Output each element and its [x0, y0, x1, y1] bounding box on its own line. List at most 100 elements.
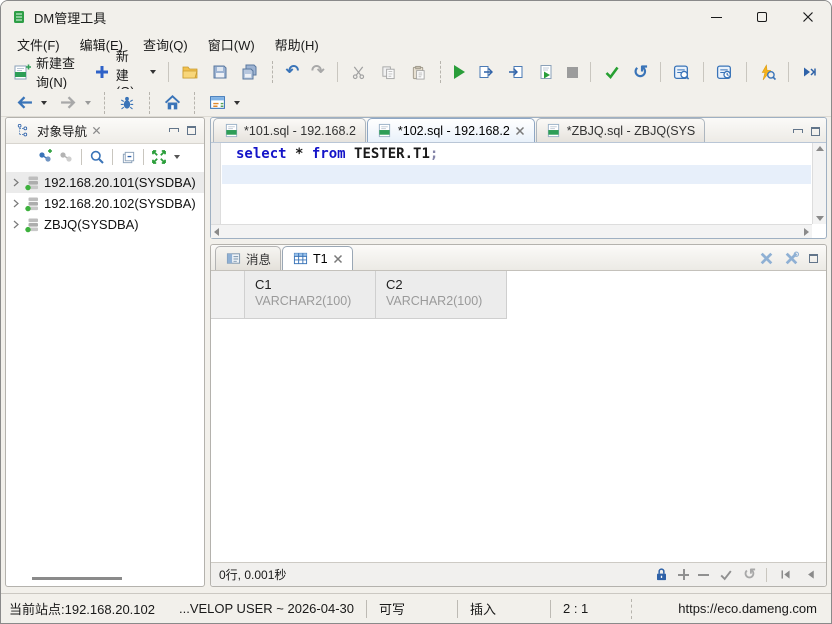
plan-clock-icon: [716, 63, 734, 81]
expand-chevron-icon[interactable]: [12, 220, 20, 229]
maximize-panel-icon[interactable]: [809, 254, 818, 263]
undo-button[interactable]: ↶: [280, 61, 305, 83]
tab-label: T1: [313, 251, 328, 266]
close-icon[interactable]: [92, 126, 101, 135]
home-button[interactable]: [157, 91, 187, 115]
new-query-button[interactable]: 新建查询(N): [7, 50, 87, 94]
redo-icon: ↷: [311, 63, 325, 80]
editor-area: *101.sql - 192.168.2 *102.sql - 192.168.…: [210, 117, 827, 587]
editor-vertical-scrollbar[interactable]: [812, 143, 826, 224]
expand-arrows-icon[interactable]: [150, 148, 168, 166]
scroll-up-icon[interactable]: [815, 146, 824, 151]
chevron-down-icon: [41, 100, 47, 105]
editor-content[interactable]: select * from TESTER.T1;: [222, 143, 811, 224]
editor-tab-bar: *101.sql - 192.168.2 *102.sql - 192.168.…: [211, 118, 826, 143]
license-info: ...VELOP USER ~ 2026-04-30: [178, 601, 354, 616]
separator: [630, 598, 632, 619]
stat-plan-button[interactable]: [710, 60, 740, 84]
menu-help[interactable]: 帮助(H): [265, 33, 329, 56]
execute-current-button[interactable]: [471, 60, 501, 84]
new-connection-icon[interactable]: [36, 148, 54, 166]
execute-next-button[interactable]: [501, 60, 531, 84]
open-button[interactable]: [175, 60, 205, 84]
results-toolbar: [759, 251, 826, 270]
explain-plan-button[interactable]: [667, 60, 697, 84]
forward-button[interactable]: [53, 91, 97, 115]
paste-button[interactable]: [403, 60, 433, 84]
object-navigation-toolbar: [6, 144, 204, 170]
open-view-button[interactable]: [202, 91, 246, 115]
tree-item-server-102[interactable]: 192.168.20.102(SYSDBA): [6, 193, 204, 214]
tab-object-navigation[interactable]: 对象导航: [10, 118, 107, 143]
menu-window[interactable]: 窗口(W): [198, 33, 265, 56]
execute-button[interactable]: [448, 62, 471, 82]
scroll-left-icon[interactable]: [214, 227, 219, 236]
apply-check-icon[interactable]: [718, 567, 734, 583]
nav-horizontal-scrollbar[interactable]: [14, 574, 196, 582]
first-page-icon[interactable]: [777, 567, 793, 583]
tab-zbjq-sql[interactable]: *ZBJQ.sql - ZBJQ(SYS: [535, 118, 706, 142]
copy-button[interactable]: [373, 60, 403, 84]
column-header-c2[interactable]: C2 VARCHAR2(100): [376, 271, 507, 319]
expand-chevron-icon[interactable]: [12, 199, 20, 208]
search-icon[interactable]: [88, 148, 106, 166]
scroll-down-icon[interactable]: [816, 216, 824, 221]
delete-row-icon[interactable]: [698, 569, 710, 580]
lightning-search-icon: [758, 63, 776, 81]
debug-button[interactable]: [112, 91, 142, 115]
view-menu-chevron-icon[interactable]: [174, 155, 180, 159]
add-row-icon[interactable]: [678, 569, 690, 580]
maximize-panel-icon[interactable]: [187, 126, 196, 135]
tree-item-server-zbjq[interactable]: ZBJQ(SYSDBA): [6, 214, 204, 235]
maximize-panel-icon[interactable]: [811, 127, 820, 136]
column-header-c1[interactable]: C1 VARCHAR2(100): [245, 271, 376, 319]
redo-button[interactable]: ↷: [305, 61, 330, 83]
save-all-button[interactable]: [235, 60, 265, 84]
collapse-all-icon[interactable]: [119, 148, 137, 166]
scroll-right-icon[interactable]: [804, 227, 809, 236]
execute-script-button[interactable]: [531, 60, 561, 84]
status-bar: 当前站点:192.168.20.102 ...VELOP USER ~ 2026…: [1, 593, 831, 623]
close-button[interactable]: [785, 1, 831, 33]
stop-button[interactable]: [561, 64, 584, 81]
tab-label: *102.sql - 192.168.2: [397, 123, 510, 138]
sql-editor[interactable]: select * from TESTER.T1;: [211, 143, 826, 238]
scrollbar-thumb[interactable]: [32, 577, 122, 580]
minimize-panel-icon[interactable]: [169, 128, 179, 132]
rollback-button[interactable]: ↺: [627, 60, 654, 84]
tab-label: 消息: [246, 253, 272, 267]
copy-icon: [379, 63, 397, 81]
previous-page-icon[interactable]: [802, 567, 818, 583]
tab-102-sql[interactable]: *102.sql - 192.168.2: [366, 118, 535, 142]
disconnect-icon[interactable]: [57, 148, 75, 166]
eco-url[interactable]: https://eco.dameng.com: [678, 601, 831, 616]
lock-icon[interactable]: [653, 567, 669, 583]
maximize-button[interactable]: [739, 1, 785, 33]
close-all-results-icon[interactable]: [784, 251, 799, 266]
revert-icon[interactable]: ↺: [743, 567, 756, 582]
back-button[interactable]: [9, 91, 53, 115]
result-grid[interactable]: C1 VARCHAR2(100) C2 VARCHAR2(100): [211, 271, 826, 562]
tree-item-server-101[interactable]: 192.168.20.101(SYSDBA): [6, 172, 204, 193]
close-result-icon[interactable]: [759, 251, 774, 266]
editor-horizontal-scrollbar[interactable]: [211, 224, 812, 238]
close-icon[interactable]: [515, 126, 525, 136]
object-navigation-panel: 对象导航 192.168.20.101(SYSDBA) 192.168.20.1…: [5, 117, 205, 587]
editor-panel-controls: [793, 127, 826, 142]
goto-button[interactable]: [795, 60, 825, 84]
minimize-button[interactable]: [693, 1, 739, 33]
minimize-panel-icon[interactable]: [793, 129, 803, 133]
tab-101-sql[interactable]: *101.sql - 192.168.2: [213, 118, 366, 142]
tab-messages[interactable]: 消息: [215, 246, 282, 270]
chevron-down-icon: [85, 100, 91, 105]
save-button[interactable]: [205, 60, 235, 84]
quick-query-button[interactable]: [752, 60, 782, 84]
cut-button[interactable]: [343, 60, 373, 84]
current-site: 当前站点:192.168.20.102: [9, 602, 155, 617]
commit-button[interactable]: [597, 60, 627, 84]
tab-result-t1[interactable]: T1: [282, 246, 353, 270]
separator: [766, 567, 767, 582]
expand-chevron-icon[interactable]: [12, 178, 20, 187]
separator: [194, 91, 195, 114]
close-icon[interactable]: [333, 254, 343, 264]
